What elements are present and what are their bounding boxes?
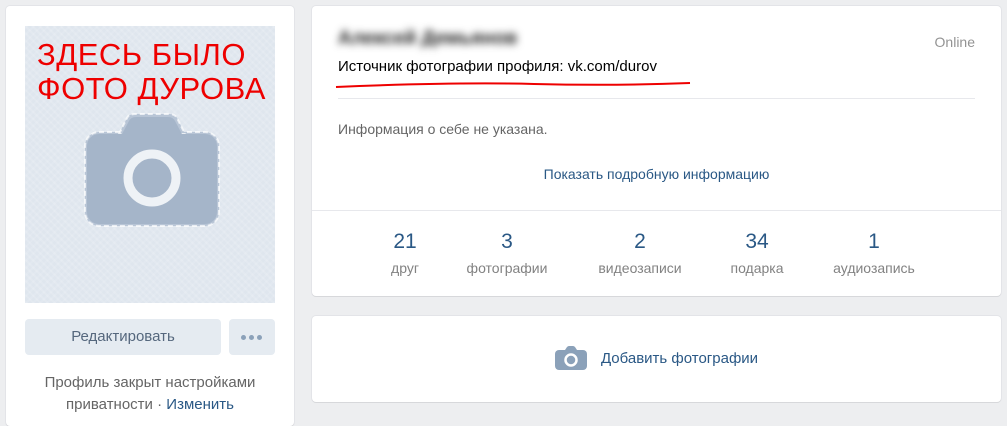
online-status: Online [934, 34, 975, 50]
counter-label: фотографии [466, 260, 548, 276]
counter-label: друг [391, 260, 419, 276]
counter-friends[interactable]: 21 друг [350, 230, 460, 276]
photos-card: Добавить фотографии [312, 316, 1001, 402]
show-details-link[interactable]: Показать подробную информацию [312, 166, 1001, 182]
more-options-button[interactable] [229, 319, 275, 355]
counter-label: аудиозапись [833, 260, 915, 276]
camera-icon [554, 346, 587, 370]
counter-label: видеозаписи [598, 260, 682, 276]
privacy-notice: Профиль закрыт настройками приватности ·… [20, 372, 280, 416]
red-underline-annotation [335, 82, 691, 88]
add-photos-button[interactable]: Добавить фотографии [312, 344, 1001, 372]
profile-photo[interactable]: ЗДЕСЬ БЫЛО ФОТО ДУРОВА [25, 26, 275, 303]
edit-profile-button[interactable]: Редактировать [25, 319, 221, 355]
counter-value: 34 [745, 230, 769, 253]
counter-audio[interactable]: 1 аудиозапись [819, 230, 929, 276]
privacy-change-link[interactable]: Изменить [166, 396, 234, 413]
counter-value: 21 [393, 230, 417, 253]
counter-photos[interactable]: 3 фотографии [452, 230, 562, 276]
profile-avatar-card: ЗДЕСЬ БЫЛО ФОТО ДУРОВА Редактировать Про… [6, 6, 294, 426]
divider [338, 98, 975, 99]
more-dot [257, 335, 262, 340]
more-dots-icon [241, 335, 246, 340]
overlay-annotation-text: ЗДЕСЬ БЫЛО ФОТО ДУРОВА [37, 37, 266, 106]
counter-label: подарка [730, 260, 784, 276]
divider [312, 210, 1001, 211]
privacy-separator: · [152, 396, 167, 413]
counter-value: 3 [501, 230, 513, 253]
counter-value: 2 [634, 230, 646, 253]
counter-gifts[interactable]: 34 подарка [702, 230, 812, 276]
about-info: Информация о себе не указана. [338, 121, 548, 137]
camera-placeholder-icon [84, 113, 220, 227]
counter-value: 1 [868, 230, 880, 253]
profile-status-text[interactable]: Источник фотографии профиля: vk.com/duro… [338, 58, 657, 75]
more-dot [249, 335, 254, 340]
add-photos-label: Добавить фотографии [600, 349, 759, 367]
counter-videos[interactable]: 2 видеозаписи [585, 230, 695, 276]
profile-info-card: Алексей Демьянов Online Источник фотогра… [312, 6, 1001, 296]
profile-name: Алексей Демьянов [338, 28, 518, 49]
